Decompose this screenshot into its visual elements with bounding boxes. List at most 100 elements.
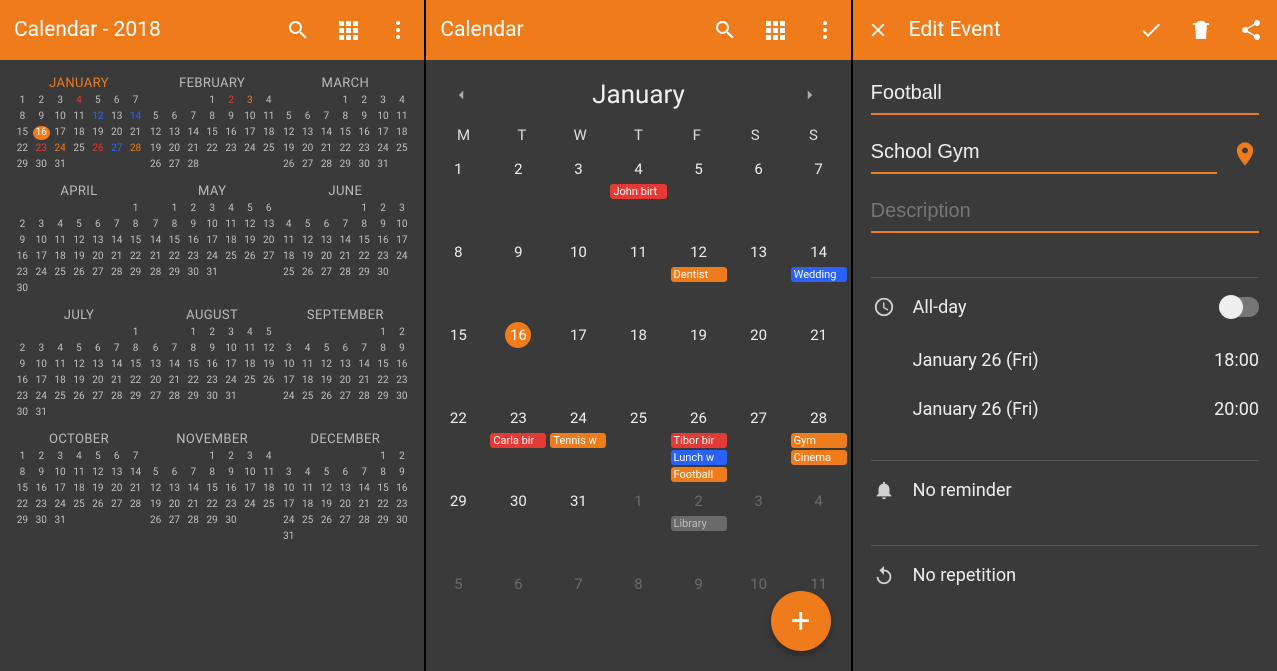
- allday-switch[interactable]: [1219, 297, 1259, 317]
- day-cell[interactable]: 5: [428, 567, 488, 650]
- day-cell[interactable]: 16: [488, 318, 548, 401]
- more-icon[interactable]: [813, 18, 837, 42]
- view-grid-icon[interactable]: [763, 18, 787, 42]
- mini-month[interactable]: DECEMBER12345678910111213141516171819202…: [280, 432, 410, 544]
- mini-month[interactable]: JULY123456789101112131415161718192021222…: [14, 308, 144, 420]
- event-chip[interactable]: John birt: [610, 184, 666, 199]
- reminder-row[interactable]: No reminder: [871, 461, 1259, 519]
- event-chip[interactable]: Gym: [791, 433, 847, 448]
- allday-row[interactable]: All-day: [871, 278, 1259, 336]
- day-number: 14: [806, 239, 832, 265]
- day-cell[interactable]: 18: [608, 318, 668, 401]
- day-cell[interactable]: 19: [669, 318, 729, 401]
- start-date[interactable]: January 26 (Fri): [913, 350, 1039, 371]
- event-title-field[interactable]: [871, 74, 1259, 115]
- event-chip[interactable]: Tibor bir: [671, 433, 727, 448]
- event-chip[interactable]: Library: [671, 516, 727, 531]
- view-grid-icon[interactable]: [336, 18, 360, 42]
- day-cell[interactable]: 24 Tennis w: [548, 401, 608, 484]
- day-cell[interactable]: 25: [608, 401, 668, 484]
- search-icon[interactable]: [286, 18, 310, 42]
- day-cell[interactable]: 8: [608, 567, 668, 650]
- day-cell[interactable]: 30: [488, 484, 548, 567]
- repetition-row[interactable]: No repetition: [871, 546, 1259, 604]
- day-cell[interactable]: 21: [789, 318, 849, 401]
- delete-icon[interactable]: [1189, 18, 1213, 42]
- event-chip[interactable]: Carla bir: [490, 433, 546, 448]
- year-body[interactable]: JANUARY123456789101112131415161718192021…: [0, 60, 424, 556]
- month-label[interactable]: January: [592, 80, 685, 110]
- save-icon[interactable]: [1139, 18, 1163, 42]
- day-cell[interactable]: 15: [428, 318, 488, 401]
- start-row[interactable]: January 26 (Fri) 18:00: [871, 336, 1259, 385]
- day-cell[interactable]: 23Carla bir: [488, 401, 548, 484]
- mini-month[interactable]: APRIL12345678910111213141516171819202122…: [14, 184, 144, 296]
- prev-month-button[interactable]: [452, 83, 476, 107]
- day-cell[interactable]: 10: [548, 235, 608, 318]
- event-chip[interactable]: Lunch w: [671, 450, 727, 465]
- day-cell[interactable]: 5: [669, 152, 729, 235]
- share-icon[interactable]: [1239, 18, 1263, 42]
- event-description-field[interactable]: [871, 192, 1259, 233]
- day-cell[interactable]: 12Dentist: [669, 235, 729, 318]
- search-icon[interactable]: [713, 18, 737, 42]
- day-cell[interactable]: 28GymCinema: [789, 401, 849, 484]
- end-date[interactable]: January 26 (Fri): [913, 399, 1039, 420]
- day-cell[interactable]: 13: [729, 235, 789, 318]
- mini-month[interactable]: JANUARY123456789101112131415161718192021…: [14, 76, 144, 172]
- close-icon[interactable]: [867, 19, 889, 41]
- day-cell[interactable]: 9: [669, 567, 729, 650]
- day-cell[interactable]: 2: [488, 152, 548, 235]
- day-cell[interactable]: 31: [548, 484, 608, 567]
- mini-month[interactable]: AUGUST1234567891011121314151617181920212…: [147, 308, 277, 420]
- event-chip[interactable]: Cinema: [791, 450, 847, 465]
- day-cell[interactable]: 22: [428, 401, 488, 484]
- day-cell[interactable]: 8: [428, 235, 488, 318]
- day-cell[interactable]: 4: [789, 484, 849, 567]
- day-cell[interactable]: 7: [548, 567, 608, 650]
- event-chip[interactable]: Dentist: [671, 267, 727, 282]
- day-cell[interactable]: 29: [428, 484, 488, 567]
- start-time[interactable]: 18:00: [1214, 350, 1259, 371]
- day-cell[interactable]: 3: [729, 484, 789, 567]
- mini-month[interactable]: JUNE123456789101112131415161718192021222…: [280, 184, 410, 296]
- day-cell[interactable]: 1: [608, 484, 668, 567]
- mini-month[interactable]: NOVEMBER12345678910111213141516171819202…: [147, 432, 277, 544]
- day-cell[interactable]: 6: [729, 152, 789, 235]
- day-cell[interactable]: 6: [488, 567, 548, 650]
- day-cell[interactable]: 9: [488, 235, 548, 318]
- day-cell[interactable]: 14 Wedding: [789, 235, 849, 318]
- day-cell[interactable]: 20: [729, 318, 789, 401]
- event-chip[interactable]: Tennis w: [550, 433, 606, 448]
- day-cell[interactable]: 11: [608, 235, 668, 318]
- next-month-button[interactable]: [801, 83, 825, 107]
- location-pin-icon[interactable]: [1231, 140, 1259, 168]
- end-row[interactable]: January 26 (Fri) 20:00: [871, 385, 1259, 434]
- day-cell[interactable]: 27: [729, 401, 789, 484]
- mini-month[interactable]: SEPTEMBER1234567891011121314151617181920…: [280, 308, 410, 420]
- month-grid[interactable]: 1234John birt56789101112Dentist1314Weddi…: [426, 152, 850, 650]
- day-cell[interactable]: 1: [428, 152, 488, 235]
- event-chip[interactable]: Football: [671, 467, 727, 482]
- mini-month[interactable]: MAY1234567891011121314151617181920212223…: [147, 184, 277, 296]
- event-chip[interactable]: Wedding: [791, 267, 847, 282]
- day-cell[interactable]: 3: [548, 152, 608, 235]
- day-number: 1: [625, 488, 651, 514]
- weekday-label: T: [493, 126, 551, 144]
- day-number: 4: [806, 488, 832, 514]
- mini-month[interactable]: FEBRUARY12345678910111213141516171819202…: [147, 76, 277, 172]
- mini-month[interactable]: OCTOBER123456789101112131415161718192021…: [14, 432, 144, 544]
- end-time[interactable]: 20:00: [1214, 399, 1259, 420]
- day-cell[interactable]: 26Tibor birLunch wFootball: [669, 401, 729, 484]
- mini-month-name: APRIL: [14, 184, 144, 199]
- day-cell[interactable]: 7: [789, 152, 849, 235]
- day-number: 24: [565, 405, 591, 431]
- day-cell[interactable]: 2Library: [669, 484, 729, 567]
- mini-month[interactable]: MARCH12345678910111213141516171819202122…: [280, 76, 410, 172]
- more-icon[interactable]: [386, 18, 410, 42]
- add-event-fab[interactable]: +: [771, 591, 831, 651]
- event-location-field[interactable]: [871, 133, 1217, 174]
- day-cell[interactable]: 4John birt: [608, 152, 668, 235]
- day-cell[interactable]: 17: [548, 318, 608, 401]
- repetition-label: No repetition: [913, 565, 1016, 586]
